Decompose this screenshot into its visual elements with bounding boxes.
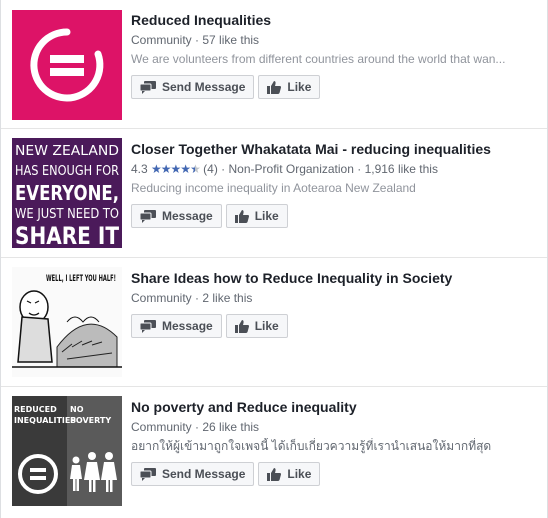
page-description: We are volunteers from different countri… bbox=[131, 52, 506, 66]
send-message-button[interactable]: Send Message bbox=[131, 75, 255, 99]
like-label: Like bbox=[254, 319, 279, 333]
thumbs-up-icon bbox=[267, 80, 282, 94]
page-thumbnail[interactable]: WELL, I LEFT YOU HALF! bbox=[12, 267, 122, 377]
cartoon-caption: WELL, I LEFT YOU HALF! bbox=[46, 274, 116, 284]
message-icon bbox=[140, 209, 156, 223]
like-button[interactable]: Like bbox=[258, 462, 321, 486]
like-count: 2 like this bbox=[202, 291, 253, 305]
like-count: 26 like this bbox=[202, 420, 260, 434]
message-icon bbox=[140, 319, 156, 333]
poster-line-5: SHARE IT bbox=[15, 222, 120, 248]
thumbs-up-icon bbox=[234, 209, 249, 223]
like-label: Like bbox=[287, 467, 312, 481]
message-label: Message bbox=[162, 319, 213, 333]
message-button[interactable]: Message bbox=[131, 204, 222, 228]
poster-line-1: NEW ZEALAND bbox=[15, 144, 119, 159]
send-message-button[interactable]: Send Message bbox=[131, 462, 255, 486]
page-meta: 4.3 ★★★★★ (4) · Non-Profit Organization … bbox=[131, 162, 438, 176]
send-message-label: Send Message bbox=[162, 80, 246, 94]
list-item: WELL, I LEFT YOU HALF! Share Ideas how t… bbox=[1, 258, 547, 387]
equality-logo-icon bbox=[30, 28, 104, 102]
rating-value: 4.3 bbox=[131, 162, 148, 176]
no-poverty-label: NO bbox=[70, 405, 84, 414]
page-category: Community bbox=[131, 420, 192, 434]
reduced-inequalities-label: REDUCED bbox=[14, 405, 57, 414]
poster-line-3: EVERYONE, bbox=[15, 181, 119, 205]
page-description: อยากให้ผู้เข้ามาถูกใจเพจนี้ ได้เก็บเกี่ย… bbox=[131, 439, 492, 453]
like-button[interactable]: Like bbox=[225, 314, 288, 338]
rating-count: (4) bbox=[203, 162, 218, 176]
like-button[interactable]: Like bbox=[258, 75, 321, 99]
reduced-inequalities-label-2: INEQUALITIES bbox=[14, 416, 76, 425]
page-thumbnail[interactable]: NEW ZEALAND HAS ENOUGH FOR EVERYONE, WE … bbox=[12, 138, 122, 248]
rating-stars-icon: ★★★★★ bbox=[151, 162, 201, 176]
poster-line-4: WE JUST NEED TO bbox=[15, 207, 119, 222]
poster-line-2: HAS ENOUGH FOR bbox=[15, 164, 119, 179]
page-meta: Community · 2 like this bbox=[131, 291, 253, 305]
page-category: Community bbox=[131, 33, 192, 47]
like-button[interactable]: Like bbox=[225, 204, 288, 228]
message-icon bbox=[140, 80, 156, 94]
message-icon bbox=[140, 467, 156, 481]
like-label: Like bbox=[287, 80, 312, 94]
page-category: Community bbox=[131, 291, 192, 305]
like-count: 1,916 like this bbox=[364, 162, 438, 176]
send-message-label: Send Message bbox=[162, 467, 246, 481]
like-label: Like bbox=[254, 209, 279, 223]
page-title[interactable]: No poverty and Reduce inequality bbox=[131, 398, 539, 416]
page-description: Reducing income inequality in Aotearoa N… bbox=[131, 181, 416, 195]
list-item: REDUCED INEQUALITIES NO POVERTY No pover… bbox=[1, 387, 547, 518]
cartoon-illustration: WELL, I LEFT YOU HALF! bbox=[12, 267, 122, 377]
no-poverty-reduced-inequalities-image: REDUCED INEQUALITIES NO POVERTY bbox=[12, 396, 122, 506]
search-results-list: Reduced Inequalities Community · 57 like… bbox=[0, 0, 548, 518]
page-meta: Community · 57 like this bbox=[131, 33, 260, 47]
thumbs-up-icon bbox=[267, 467, 282, 481]
no-poverty-label-2: POVERTY bbox=[70, 416, 111, 425]
message-label: Message bbox=[162, 209, 213, 223]
page-title[interactable]: Reduced Inequalities bbox=[131, 11, 539, 29]
page-title[interactable]: Closer Together Whakatata Mai - reducing… bbox=[131, 140, 539, 158]
like-count: 57 like this bbox=[202, 33, 260, 47]
page-thumbnail[interactable]: REDUCED INEQUALITIES NO POVERTY bbox=[12, 396, 122, 506]
list-item: NEW ZEALAND HAS ENOUGH FOR EVERYONE, WE … bbox=[1, 129, 547, 258]
list-item: Reduced Inequalities Community · 57 like… bbox=[1, 0, 547, 129]
page-category: Non-Profit Organization bbox=[228, 162, 354, 176]
page-title[interactable]: Share Ideas how to Reduce Inequality in … bbox=[131, 269, 539, 287]
page-meta: Community · 26 like this bbox=[131, 420, 260, 434]
message-button[interactable]: Message bbox=[131, 314, 222, 338]
share-it-poster: NEW ZEALAND HAS ENOUGH FOR EVERYONE, WE … bbox=[15, 144, 120, 248]
page-thumbnail[interactable] bbox=[12, 10, 122, 120]
thumbs-up-icon bbox=[234, 319, 249, 333]
